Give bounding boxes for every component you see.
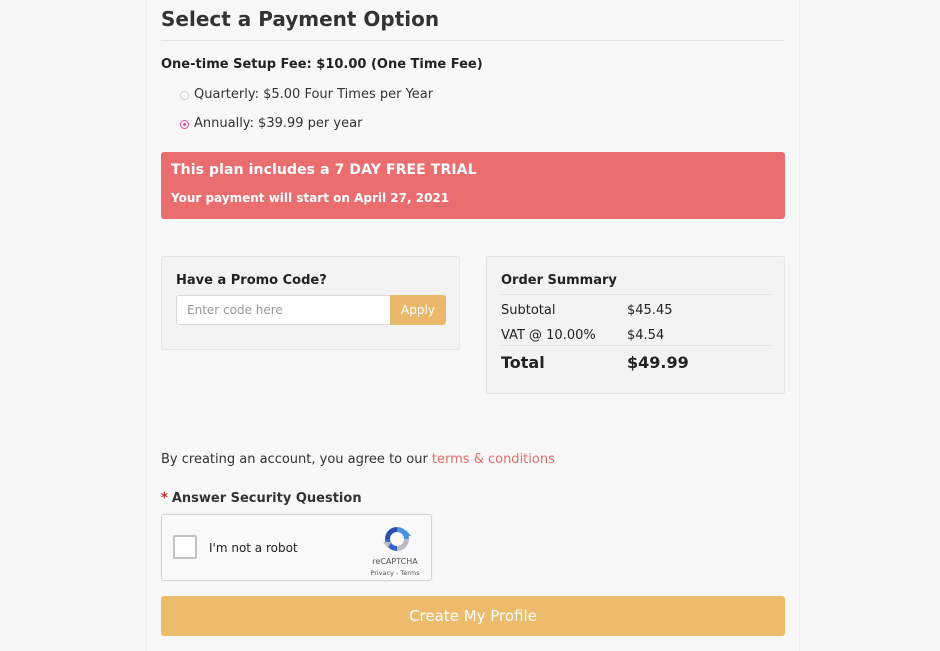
recaptcha-label: I'm not a robot — [209, 541, 298, 555]
terms-text: By creating an account, you agree to our — [161, 452, 432, 467]
terms-link[interactable]: terms & conditions — [432, 452, 555, 467]
vat-value: $4.54 — [627, 328, 665, 343]
plan-option-annually[interactable]: Annually: $39.99 per year — [180, 116, 362, 131]
order-summary-box: Order Summary Subtotal $45.45 VAT @ 10.0… — [486, 256, 785, 394]
recaptcha-brand: reCAPTCHA — [372, 557, 418, 566]
summary-divider — [501, 345, 771, 346]
apply-promo-button[interactable]: Apply — [390, 295, 446, 325]
quarterly-label: Quarterly: $5.00 Four Times per Year — [194, 87, 434, 102]
recaptcha-checkbox[interactable] — [173, 535, 197, 559]
recaptcha-widget: I'm not a robot reCAPTCHA Privacy - Term… — [161, 514, 432, 581]
vat-label: VAT @ 10.00% — [501, 328, 596, 343]
free-trial-banner: This plan includes a 7 DAY FREE TRIAL Yo… — [161, 152, 785, 219]
summary-divider — [501, 294, 771, 295]
recaptcha-links[interactable]: Privacy - Terms — [359, 569, 431, 577]
promo-title: Have a Promo Code? — [176, 273, 327, 288]
total-value: $49.99 — [627, 353, 689, 372]
title-divider — [161, 40, 784, 41]
annually-label: Annually: $39.99 per year — [194, 116, 363, 131]
trial-title: This plan includes a 7 DAY FREE TRIAL — [171, 162, 477, 178]
terms-notice: By creating an account, you agree to our… — [161, 452, 555, 467]
quarterly-radio[interactable] — [180, 91, 189, 100]
required-asterisk: * — [161, 491, 168, 506]
trial-start-date: Your payment will start on April 27, 202… — [171, 191, 450, 205]
promo-code-input[interactable] — [176, 295, 390, 325]
recaptcha-logo-icon — [383, 527, 411, 551]
total-label: Total — [501, 353, 545, 372]
security-question-label: * Answer Security Question — [161, 491, 362, 506]
promo-code-box: Have a Promo Code? Apply — [161, 256, 460, 350]
page-title: Select a Payment Option — [161, 7, 440, 31]
plan-option-quarterly[interactable]: Quarterly: $5.00 Four Times per Year — [180, 87, 433, 102]
subtotal-value: $45.45 — [627, 303, 673, 318]
annually-radio[interactable] — [180, 120, 189, 129]
create-profile-button[interactable]: Create My Profile — [161, 596, 785, 636]
subtotal-label: Subtotal — [501, 303, 556, 318]
setup-fee-label: One-time Setup Fee: $10.00 (One Time Fee… — [161, 57, 483, 72]
order-summary-title: Order Summary — [501, 273, 617, 288]
security-question-text: Answer Security Question — [171, 491, 362, 506]
